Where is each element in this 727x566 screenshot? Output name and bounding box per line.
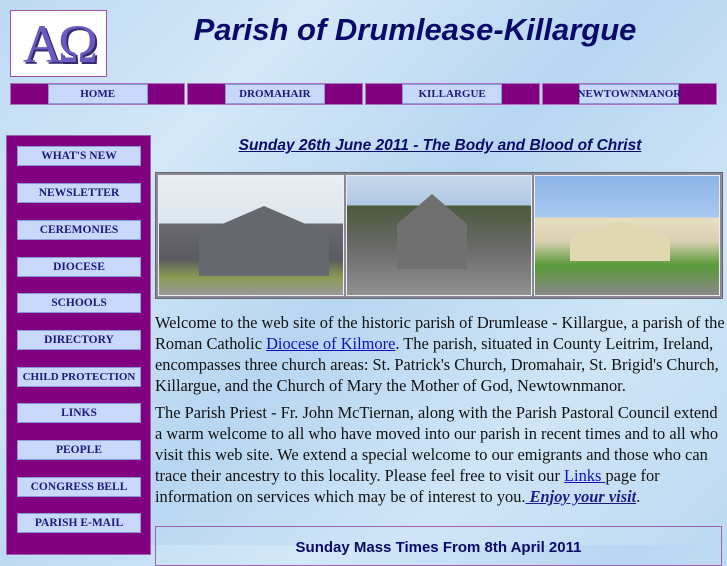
- nav-home[interactable]: HOME: [47, 84, 148, 104]
- sidebar-congress-bell[interactable]: CONGRESS BELL: [17, 477, 141, 497]
- sidebar-directory[interactable]: DIRECTORY: [17, 330, 141, 350]
- diocese-link[interactable]: Diocese of Kilmore: [266, 334, 395, 353]
- sidebar-whats-new[interactable]: WHAT'S NEW: [17, 146, 141, 166]
- sidebar-people[interactable]: PEOPLE: [17, 440, 141, 460]
- sidebar-schools[interactable]: SCHOOLS: [17, 293, 141, 313]
- mass-times-box: Sunday Mass Times From 8th April 2011: [155, 526, 722, 566]
- parish-logo: AΩ: [10, 10, 107, 77]
- photo-killargue-church: [346, 175, 532, 296]
- mass-times-title: Sunday Mass Times From 8th April 2011: [295, 539, 582, 556]
- sidebar-parish-email[interactable]: PARISH E-MAIL: [17, 513, 141, 533]
- nav-dromahair[interactable]: DROMAHAIR: [224, 84, 325, 104]
- enjoy-visit-link[interactable]: Enjoy your visit: [526, 487, 637, 506]
- sidebar-links[interactable]: LINKS: [17, 403, 141, 423]
- welcome-paragraph: Welcome to the web site of the historic …: [155, 313, 725, 395]
- top-nav: HOME DROMAHAIR KILLARGUE NEWTOWNMANOR: [10, 83, 717, 105]
- links-link[interactable]: Links: [564, 466, 605, 485]
- photo-newtownmanor-church: [534, 175, 720, 296]
- sidebar-newsletter[interactable]: NEWSLETTER: [17, 183, 141, 203]
- priest-paragraph: The Parish Priest - Fr. John McTiernan, …: [155, 403, 719, 506]
- page-heading: Sunday 26th June 2011 - The Body and Blo…: [238, 137, 642, 154]
- nav-newtownmanor[interactable]: NEWTOWNMANOR: [578, 84, 681, 104]
- site-title: Parish of Drumlease-Killargue: [193, 12, 637, 47]
- sidebar-diocese[interactable]: DIOCESE: [17, 257, 141, 277]
- photo-dromahair-church: [158, 175, 344, 296]
- sidebar: WHAT'S NEW NEWSLETTER CEREMONIES DIOCESE…: [6, 135, 151, 555]
- sidebar-child-protection[interactable]: CHILD PROTECTION: [17, 367, 141, 387]
- sidebar-ceremonies[interactable]: CEREMONIES: [17, 220, 141, 240]
- church-photos: [155, 172, 723, 299]
- nav-killargue[interactable]: KILLARGUE: [402, 84, 503, 104]
- welcome-text: Welcome to the web site of the historic …: [155, 312, 725, 513]
